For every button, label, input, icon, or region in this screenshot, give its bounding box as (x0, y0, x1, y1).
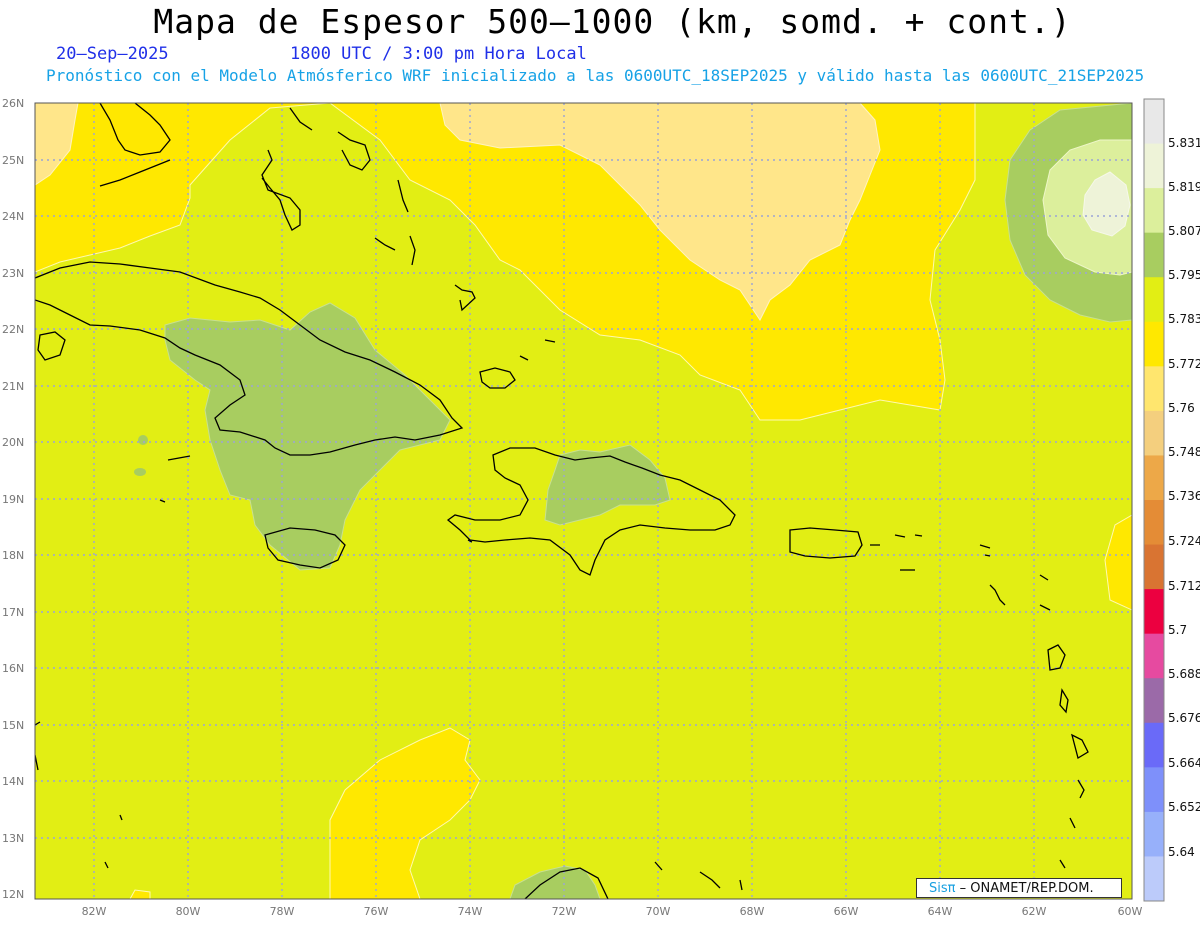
lat-label: 24N (2, 210, 25, 223)
colorbar-swatch (1144, 99, 1164, 145)
colorbar-label: 5.748 (1168, 445, 1200, 459)
lat-label: 23N (2, 267, 25, 280)
forecast-date: 20–Sep–2025 (56, 44, 169, 64)
colorbar-swatch (1144, 277, 1164, 323)
lat-label: 21N (2, 380, 25, 393)
colorbar-label: 5.676 (1168, 711, 1200, 725)
colorbar-label: 5.76 (1168, 401, 1195, 415)
colorbar-swatch (1144, 589, 1164, 635)
lon-label: 60W (1117, 905, 1143, 918)
colorbar-swatch (1144, 767, 1164, 813)
page-title: Mapa de Espesor 500–1000 (km, somd. + co… (153, 2, 1072, 41)
colorbar-swatch (1144, 633, 1164, 679)
colorbar-swatch (1144, 188, 1164, 234)
colorbar-label: 5.64 (1168, 845, 1195, 859)
colorbar-swatch (1144, 856, 1164, 902)
colorbar-swatch (1144, 410, 1164, 456)
colorbar-swatch (1144, 811, 1164, 857)
colorbar-swatch (1144, 544, 1164, 590)
colorbar-label: 5.819 (1168, 180, 1200, 194)
lat-label: 16N (2, 662, 25, 675)
lon-label: 62W (1021, 905, 1047, 918)
credit-text: – ONAMET/REP.DOM. (955, 881, 1094, 896)
forecast-description: Pronóstico con el Modelo Atmósferico WRF… (46, 66, 1145, 85)
lat-label: 17N (2, 606, 25, 619)
sispi-logo: Sisπ (929, 881, 956, 896)
colorbar-label: 5.831 (1168, 136, 1200, 150)
lat-label: 22N (2, 323, 25, 336)
credit-box: Sisπ – ONAMET/REP.DOM. (916, 878, 1122, 898)
lon-label: 68W (739, 905, 765, 918)
lat-label: 25N (2, 154, 25, 167)
lat-label: 15N (2, 719, 25, 732)
lat-label: 13N (2, 832, 25, 845)
lon-label: 74W (457, 905, 483, 918)
contour-blob (231, 410, 243, 430)
colorbar-label: 5.783 (1168, 312, 1200, 326)
lon-label: 76W (363, 905, 389, 918)
lon-label: 64W (927, 905, 953, 918)
colorbar-label: 5.664 (1168, 756, 1200, 770)
forecast-time: 1800 UTC / 3:00 pm Hora Local (290, 44, 587, 64)
colorbar-label: 5.736 (1168, 489, 1200, 503)
lat-label: 19N (2, 493, 25, 506)
lat-label: 14N (2, 775, 25, 788)
colorbar-swatch (1144, 232, 1164, 278)
lat-label: 26N (2, 97, 25, 110)
lat-label: 12N (2, 888, 25, 901)
lon-label: 70W (645, 905, 671, 918)
lon-label: 66W (833, 905, 859, 918)
colorbar-swatch (1144, 678, 1164, 724)
contour-blob (134, 468, 146, 476)
thickness-map (34, 98, 1165, 902)
colorbar-swatch (1144, 455, 1164, 501)
colorbar-label: 5.795 (1168, 268, 1200, 282)
lat-label: 18N (2, 549, 25, 562)
colorbar-label: 5.724 (1168, 534, 1200, 548)
colorbar-label: 5.712 (1168, 579, 1200, 593)
colorbar-swatch (1144, 143, 1164, 189)
lon-label: 80W (175, 905, 201, 918)
colorbar-swatch (1144, 722, 1164, 768)
lon-label: 82W (81, 905, 107, 918)
colorbar-swatch (1144, 366, 1164, 412)
colorbar-swatch (1144, 321, 1164, 367)
colorbar-swatch (1144, 500, 1164, 546)
colorbar-label: 5.772 (1168, 357, 1200, 371)
colorbar-label: 5.7 (1168, 623, 1188, 637)
contour-blob (138, 435, 148, 445)
lon-label: 78W (269, 905, 295, 918)
lon-label: 72W (551, 905, 577, 918)
colorbar-label: 5.688 (1168, 667, 1200, 681)
colorbar-label: 5.652 (1168, 800, 1200, 814)
lat-label: 20N (2, 436, 25, 449)
colorbar (1143, 98, 1165, 902)
colorbar-label: 5.807 (1168, 224, 1200, 238)
